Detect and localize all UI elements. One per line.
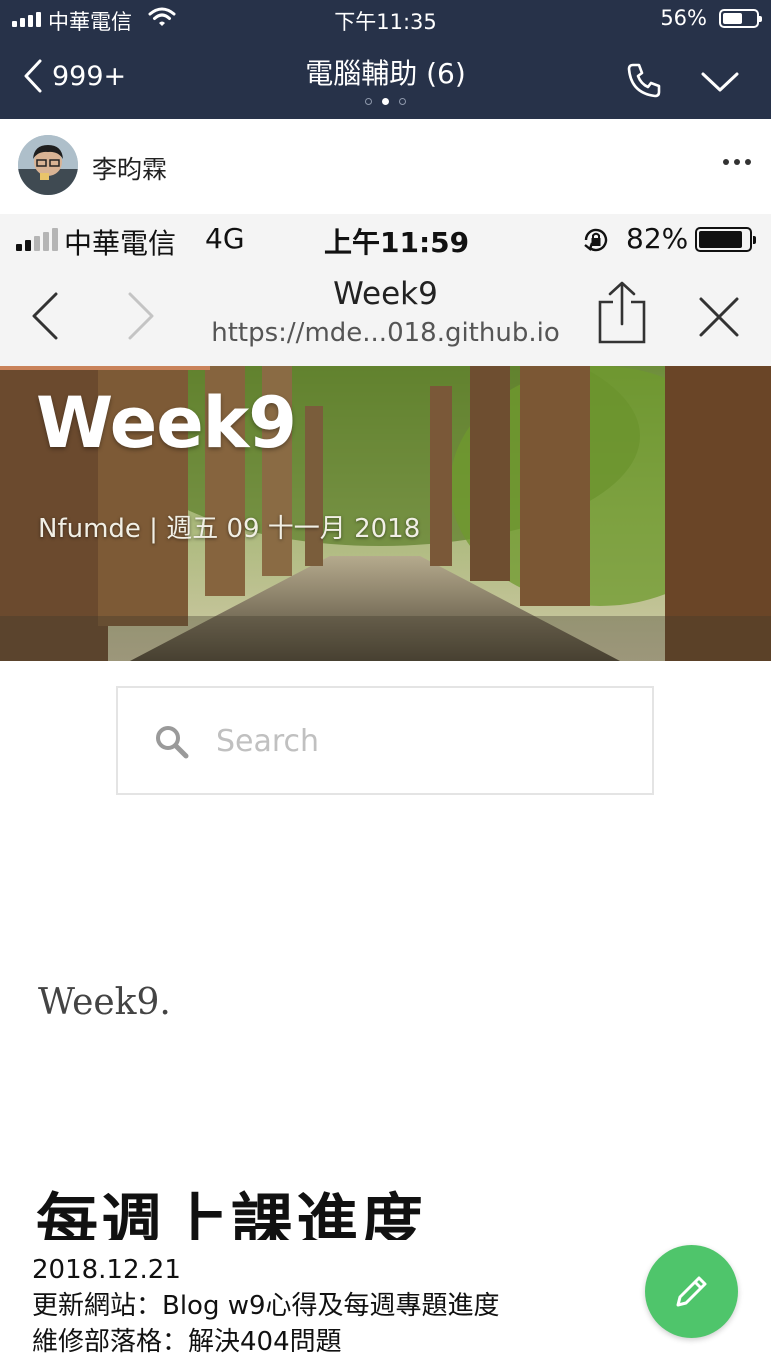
shared-screenshot-image[interactable]: 中華電信 4G 上午11:59 82% Week9 https://mde...… xyxy=(0,214,771,1240)
battery-percent: 56% xyxy=(660,6,707,30)
section-heading: 每週上課進度 xyxy=(36,1186,427,1240)
hero-meta: Nfumde | 週五 09 十一月 2018 xyxy=(38,514,421,544)
rotation-lock-icon xyxy=(582,226,610,261)
hero-title: Week9 xyxy=(36,382,297,464)
pencil-icon xyxy=(676,1276,707,1307)
search-icon xyxy=(154,724,190,764)
sender-name[interactable]: 李昀霖 xyxy=(92,150,167,186)
search-input[interactable]: Search xyxy=(116,686,654,795)
message-sender-row: 李昀霖 xyxy=(0,119,771,214)
phone-icon xyxy=(627,63,661,98)
status-time: 下午11:35 xyxy=(334,10,437,34)
status-bar: 中華電信 下午11:35 56% xyxy=(0,0,771,40)
battery-icon xyxy=(695,227,756,252)
chevron-down-icon xyxy=(701,72,739,92)
close-icon xyxy=(698,296,740,342)
screenshot-time: 上午11:59 xyxy=(324,226,470,259)
hero-banner: Week9 Nfumde | 週五 09 十一月 2018 xyxy=(0,366,771,661)
compose-button[interactable] xyxy=(645,1245,738,1338)
browser-navbar: Week9 https://mde...018.github.io xyxy=(0,262,771,367)
browser-url: https://mde...018.github.io xyxy=(211,318,560,348)
battery-icon xyxy=(719,9,762,28)
avatar[interactable] xyxy=(18,135,78,195)
message-text: 2018.12.21 更新網站：Blog w9心得及每週專題進度 維修部落格：解… xyxy=(32,1252,500,1360)
screenshot-battery-percent: 82% xyxy=(626,222,689,255)
post-title: Week9. xyxy=(38,982,171,1023)
expand-menu-button[interactable] xyxy=(700,70,740,98)
browser-page-title: Week9 xyxy=(333,276,438,312)
message-line: 維修部落格：解決404問題 xyxy=(32,1327,342,1357)
more-options-button[interactable] xyxy=(723,159,751,165)
screenshot-carrier: 中華電信 xyxy=(64,227,177,260)
screenshot-status-bar: 中華電信 4G 上午11:59 82% xyxy=(0,214,771,262)
message-line: 更新網站：Blog w9心得及每週專題進度 xyxy=(32,1291,500,1321)
screenshot-network: 4G xyxy=(205,222,245,255)
message-line: 2018.12.21 xyxy=(32,1255,181,1285)
chat-header: 中華電信 下午11:35 56% 999+ 電腦輔助 (6) xyxy=(0,0,771,119)
search-placeholder: Search xyxy=(216,724,320,759)
call-button[interactable] xyxy=(624,60,664,104)
share-icon xyxy=(596,280,648,350)
signal-icon xyxy=(16,228,58,251)
